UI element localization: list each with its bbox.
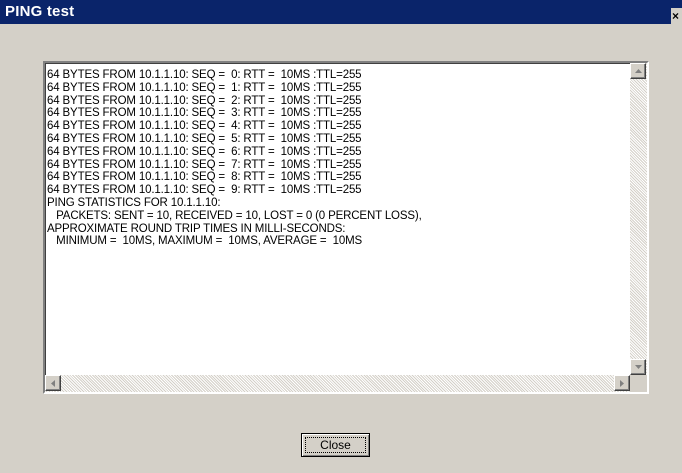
scroll-down-button[interactable]: [630, 359, 646, 375]
horizontal-scrollbar[interactable]: [45, 375, 630, 392]
output-line: APPROXIMATE ROUND TRIP TIMES IN MILLI-SE…: [47, 222, 346, 235]
output-line: 64 BYTES FROM 10.1.1.10: SEQ = 6: RTT = …: [47, 145, 362, 158]
close-button[interactable]: Close: [301, 433, 370, 457]
close-button-label: Close: [305, 437, 366, 453]
scroll-down-arrow-icon: [635, 365, 642, 369]
scroll-up-arrow-icon: [635, 69, 642, 73]
output-line: MINIMUM = 10MS, MAXIMUM = 10MS, AVERAGE …: [47, 235, 363, 248]
output-line: 64 BYTES FROM 10.1.1.10: SEQ = 7: RTT = …: [47, 158, 362, 171]
output-line: 64 BYTES FROM 10.1.1.10: SEQ = 1: RTT = …: [47, 81, 362, 94]
output-line: 64 BYTES FROM 10.1.1.10: SEQ = 2: RTT = …: [47, 94, 362, 107]
ping-output-textarea[interactable]: 64 BYTES FROM 10.1.1.10: SEQ = 0: RTT = …: [43, 61, 649, 394]
scrollbar-corner: [630, 375, 647, 392]
output-line: 64 BYTES FROM 10.1.1.10: SEQ = 5: RTT = …: [47, 132, 362, 145]
scroll-right-arrow-icon: [620, 380, 624, 387]
output-line: PACKETS: SENT = 10, RECEIVED = 10, LOST …: [47, 209, 422, 222]
output-line: 64 BYTES FROM 10.1.1.10: SEQ = 9: RTT = …: [47, 184, 362, 197]
vertical-scrollbar[interactable]: [630, 63, 647, 375]
title-bar: PING test ×: [0, 0, 682, 24]
scroll-left-arrow-icon: [51, 380, 55, 387]
window-close-icon[interactable]: ×: [671, 8, 682, 24]
scroll-up-button[interactable]: [630, 63, 646, 79]
output-line: 64 BYTES FROM 10.1.1.10: SEQ = 3: RTT = …: [47, 107, 362, 120]
output-line: 64 BYTES FROM 10.1.1.10: SEQ = 0: RTT = …: [47, 69, 362, 81]
output-line: 64 BYTES FROM 10.1.1.10: SEQ = 4: RTT = …: [47, 120, 362, 133]
ping-output-text: 64 BYTES FROM 10.1.1.10: SEQ = 0: RTT = …: [47, 69, 617, 369]
output-line: PING STATISTICS FOR 10.1.1.10:: [47, 196, 221, 209]
scroll-right-button[interactable]: [614, 375, 630, 391]
scroll-left-button[interactable]: [45, 375, 61, 391]
output-line: 64 BYTES FROM 10.1.1.10: SEQ = 8: RTT = …: [47, 171, 362, 184]
window-title: PING test: [5, 3, 75, 20]
